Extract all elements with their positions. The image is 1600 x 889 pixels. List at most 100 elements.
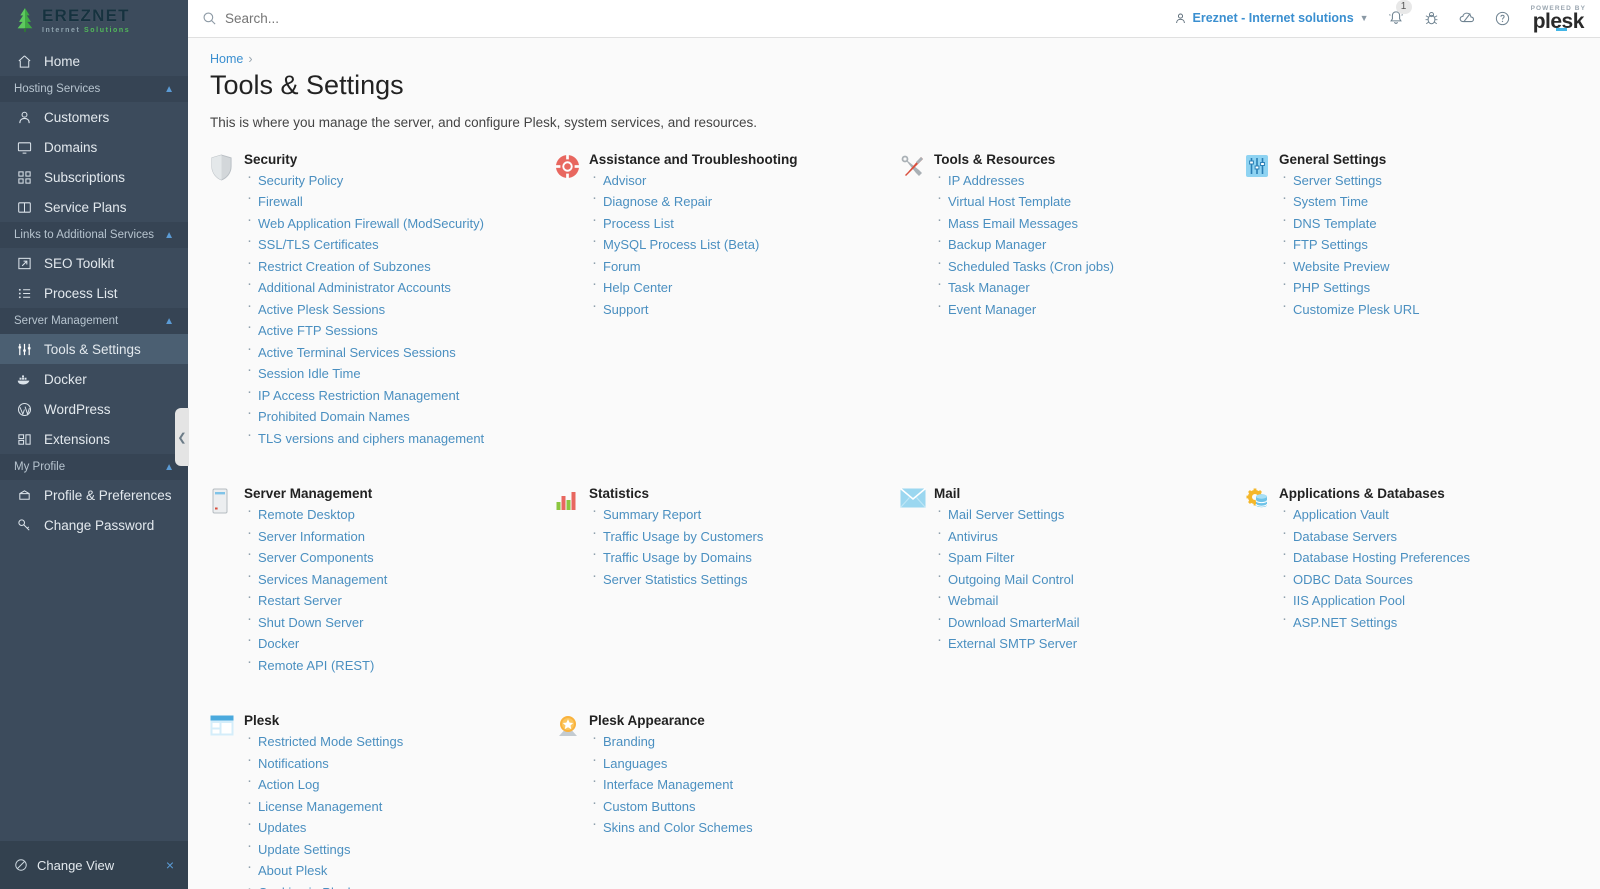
card-link[interactable]: Database Servers <box>1293 529 1397 544</box>
card-link[interactable]: Download SmarterMail <box>948 615 1080 630</box>
card-link[interactable]: Restricted Mode Settings <box>258 734 403 749</box>
card-link[interactable]: PHP Settings <box>1293 280 1370 295</box>
card-link[interactable]: Support <box>603 302 649 317</box>
card-link[interactable]: Shut Down Server <box>258 615 364 630</box>
card-link[interactable]: IIS Application Pool <box>1293 593 1405 608</box>
sidebar-item-home[interactable]: Home <box>0 46 188 76</box>
card-link[interactable]: Application Vault <box>1293 507 1389 522</box>
sidebar-item-seo-toolkit[interactable]: SEO Toolkit <box>0 248 188 278</box>
card-link[interactable]: MySQL Process List (Beta) <box>603 237 759 252</box>
card-link[interactable]: Firewall <box>258 194 303 209</box>
sidebar-item-wordpress[interactable]: WordPress <box>0 394 188 424</box>
card-link[interactable]: Summary Report <box>603 507 701 522</box>
card-link[interactable]: Forum <box>603 259 641 274</box>
card-link[interactable]: Prohibited Domain Names <box>258 409 410 424</box>
card-link[interactable]: Antivirus <box>948 529 998 544</box>
sidebar-item-subscriptions[interactable]: Subscriptions <box>0 162 188 192</box>
card-link[interactable]: Active Plesk Sessions <box>258 302 385 317</box>
card-link[interactable]: Interface Management <box>603 777 733 792</box>
card-link[interactable]: Action Log <box>258 777 319 792</box>
sidebar-item-process-list[interactable]: Process List <box>0 278 188 308</box>
breadcrumb-home[interactable]: Home <box>210 52 243 66</box>
card-link[interactable]: Cookies in Plesk <box>258 885 354 889</box>
card-link[interactable]: Task Manager <box>948 280 1030 295</box>
sidebar-item-service-plans[interactable]: Service Plans <box>0 192 188 222</box>
bug-button[interactable] <box>1423 10 1440 27</box>
card-link[interactable]: Remote Desktop <box>258 507 355 522</box>
card-link[interactable]: Branding <box>603 734 655 749</box>
card-link[interactable]: ODBC Data Sources <box>1293 572 1413 587</box>
card-link[interactable]: Restrict Creation of Subzones <box>258 259 431 274</box>
card-link[interactable]: SSL/TLS Certificates <box>258 237 379 252</box>
sidebar-item-docker[interactable]: Docker <box>0 364 188 394</box>
card-link[interactable]: Server Components <box>258 550 374 565</box>
card-link[interactable]: FTP Settings <box>1293 237 1368 252</box>
card-link[interactable]: About Plesk <box>258 863 327 878</box>
sidebar-item-extensions[interactable]: Extensions <box>0 424 188 454</box>
card-link[interactable]: Database Hosting Preferences <box>1293 550 1470 565</box>
card-link[interactable]: Help Center <box>603 280 672 295</box>
sidebar-group-my-profile[interactable]: My Profile ▲ <box>0 454 188 480</box>
cloud-button[interactable] <box>1458 9 1476 27</box>
card-link[interactable]: System Time <box>1293 194 1368 209</box>
card-link[interactable]: Security Policy <box>258 173 343 188</box>
help-button[interactable] <box>1494 10 1511 27</box>
card-link[interactable]: IP Access Restriction Management <box>258 388 459 403</box>
card-link[interactable]: Restart Server <box>258 593 342 608</box>
card-link[interactable]: ASP.NET Settings <box>1293 615 1397 630</box>
card-link[interactable]: Mass Email Messages <box>948 216 1078 231</box>
card-link[interactable]: Web Application Firewall (ModSecurity) <box>258 216 484 231</box>
card-link[interactable]: Website Preview <box>1293 259 1390 274</box>
card-link[interactable]: Notifications <box>258 756 329 771</box>
card-link[interactable]: Event Manager <box>948 302 1036 317</box>
card-link[interactable]: Server Information <box>258 529 365 544</box>
close-icon[interactable]: × <box>166 857 174 873</box>
card-link[interactable]: Remote API (REST) <box>258 658 374 673</box>
brand-logo[interactable]: EREZNET Internet Solutions <box>0 0 188 40</box>
card-link[interactable]: Docker <box>258 636 299 651</box>
card-link[interactable]: IP Addresses <box>948 173 1024 188</box>
card-link[interactable]: Spam Filter <box>948 550 1014 565</box>
card-link[interactable]: Active FTP Sessions <box>258 323 378 338</box>
card-link[interactable]: Advisor <box>603 173 646 188</box>
card-link[interactable]: Virtual Host Template <box>948 194 1071 209</box>
card-link[interactable]: Scheduled Tasks (Cron jobs) <box>948 259 1114 274</box>
search-box[interactable] <box>202 10 485 26</box>
card-link[interactable]: Session Idle Time <box>258 366 361 381</box>
card-link[interactable]: Diagnose & Repair <box>603 194 712 209</box>
search-input[interactable] <box>225 10 485 26</box>
sidebar-item-change-password[interactable]: Change Password <box>0 510 188 540</box>
card-link[interactable]: Languages <box>603 756 667 771</box>
card-link[interactable]: Outgoing Mail Control <box>948 572 1074 587</box>
card-link[interactable]: DNS Template <box>1293 216 1377 231</box>
card-link[interactable]: TLS versions and ciphers management <box>258 431 484 446</box>
card-link[interactable]: Services Management <box>258 572 387 587</box>
sidebar-item-profile-preferences[interactable]: Profile & Preferences <box>0 480 188 510</box>
card-link[interactable]: License Management <box>258 799 382 814</box>
sidebar-item-customers[interactable]: Customers <box>0 102 188 132</box>
card-link[interactable]: Updates <box>258 820 306 835</box>
card-link[interactable]: Additional Administrator Accounts <box>258 280 451 295</box>
sidebar-group-hosting-services[interactable]: Hosting Services ▲ <box>0 76 188 102</box>
card-link[interactable]: Server Statistics Settings <box>603 572 748 587</box>
card-link[interactable]: External SMTP Server <box>948 636 1077 651</box>
card-link[interactable]: Server Settings <box>1293 173 1382 188</box>
card-link[interactable]: Process List <box>603 216 674 231</box>
sidebar-group-links-additional-services[interactable]: Links to Additional Services ▲ <box>0 222 188 248</box>
sidebar-collapse-handle[interactable]: ❮ <box>175 408 189 466</box>
card-link[interactable]: Traffic Usage by Domains <box>603 550 752 565</box>
card-link[interactable]: Customize Plesk URL <box>1293 302 1419 317</box>
card-link[interactable]: Webmail <box>948 593 998 608</box>
sidebar-item-domains[interactable]: Domains <box>0 132 188 162</box>
card-link[interactable]: Mail Server Settings <box>948 507 1064 522</box>
sidebar-item-tools-settings[interactable]: Tools & Settings <box>0 334 188 364</box>
user-menu[interactable]: Ereznet - Internet solutions ▼ <box>1174 11 1369 25</box>
card-link[interactable]: Update Settings <box>258 842 351 857</box>
card-link[interactable]: Backup Manager <box>948 237 1046 252</box>
notifications-button[interactable]: 1 <box>1387 0 1412 27</box>
card-link[interactable]: Custom Buttons <box>603 799 696 814</box>
card-link[interactable]: Active Terminal Services Sessions <box>258 345 456 360</box>
sidebar-group-server-management[interactable]: Server Management ▲ <box>0 308 188 334</box>
change-view-footer[interactable]: Change View × <box>0 841 188 889</box>
card-link[interactable]: Skins and Color Schemes <box>603 820 753 835</box>
